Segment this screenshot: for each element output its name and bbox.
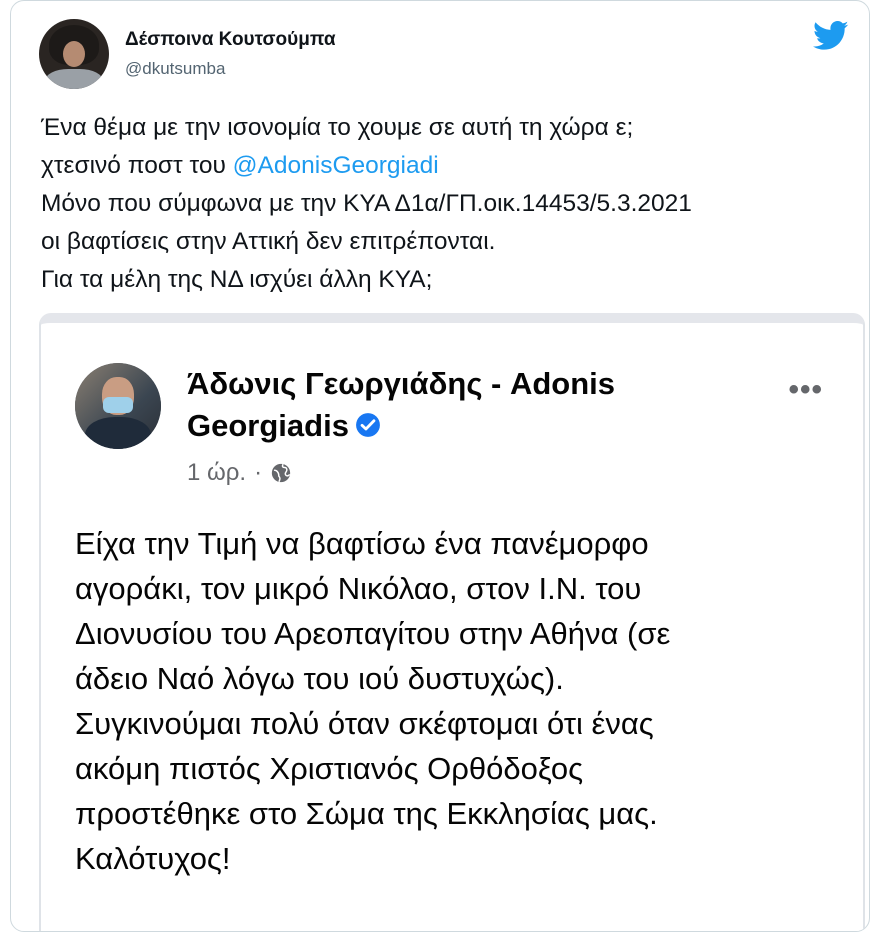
tweet-text-line: οι βαφτίσεις στην Αττική δεν επιτρέποντα… [41,228,496,255]
avatar-body [45,69,103,89]
post-author-name-segment: Georgiadis [187,408,349,443]
tweet-card: Δέσποινα Κουτσούμπα @dkutsumba Ένα θέμα … [10,0,870,932]
avatar-face [63,41,85,67]
post-meta: 1 ώρ. · [187,459,292,487]
tweet-text-line: Μόνο που σύμφωνα με την ΚΥΑ Δ1α/ΓΠ.οικ.1… [41,190,692,217]
post-body-line: αγοράκι, τον μικρό Νικόλαο, στον Ι.Ν. το… [75,571,642,606]
post-body-line: ακόμη πιστός Χριστιανός Ορθόδοξος [75,751,584,786]
post-timestamp[interactable]: 1 ώρ. [187,459,246,487]
post-body: Είχα την Τιμή να βαφτίσω ένα πανέμορφο α… [75,521,855,881]
twitter-bird-icon[interactable] [813,21,849,51]
author-handle[interactable]: @dkutsumba [125,59,225,79]
tweet-text-line: χτεσινό ποστ του @AdonisGeorgiadi [41,147,861,185]
post-body-line: Είχα την Τιμή να βαφτίσω ένα πανέμορφο [75,526,649,561]
post-author-name-line: Άδωνις Γεωργιάδης - Adonis [187,366,616,401]
tweet-text-line: Ένα θέμα με την ισονομία το χουμε σε αυτ… [41,114,634,141]
mention-link[interactable]: @AdonisGeorgiadi [233,152,439,179]
post-author-avatar[interactable] [75,363,161,449]
post-body-line: Καλότυχος! [75,841,231,876]
avatar-face-mask [103,397,133,413]
post-author-name-line: Georgiadis [187,405,707,447]
globe-icon [271,463,291,483]
post-body-line: άδειο Ναό λόγω του ιού δυστυχώς). [75,661,564,696]
tweet-text-line: Για τα μέλη της ΝΔ ισχύει άλλη ΚΥΑ; [41,266,433,293]
meta-separator: · [254,459,263,486]
post-author-name[interactable]: Άδωνις Γεωργιάδης - Adonis Georgiadis [187,363,707,447]
post-body-line: Συγκινούμαι πολύ όταν σκέφτομαι ότι ένας [75,706,654,741]
verified-badge-icon [356,412,380,437]
post-body-line: προστέθηκε στο Σώμα της Εκκλησίας μας. [75,796,658,831]
post-body-line: Διονυσίου του Αρεοπαγίτου στην Αθήνα (σε [75,616,671,651]
avatar-torso [85,417,151,449]
author-avatar[interactable] [39,19,109,89]
author-display-name[interactable]: Δέσποινα Κουτσούμπα [125,29,336,51]
tweet-text-segment: χτεσινό ποστ του [41,152,233,179]
tweet-text: Ένα θέμα με την ισονομία το χουμε σε αυτ… [41,109,861,299]
more-options-button[interactable]: ••• [788,373,823,407]
embedded-facebook-post: Άδωνις Γεωργιάδης - Adonis Georgiadis ••… [39,313,865,931]
